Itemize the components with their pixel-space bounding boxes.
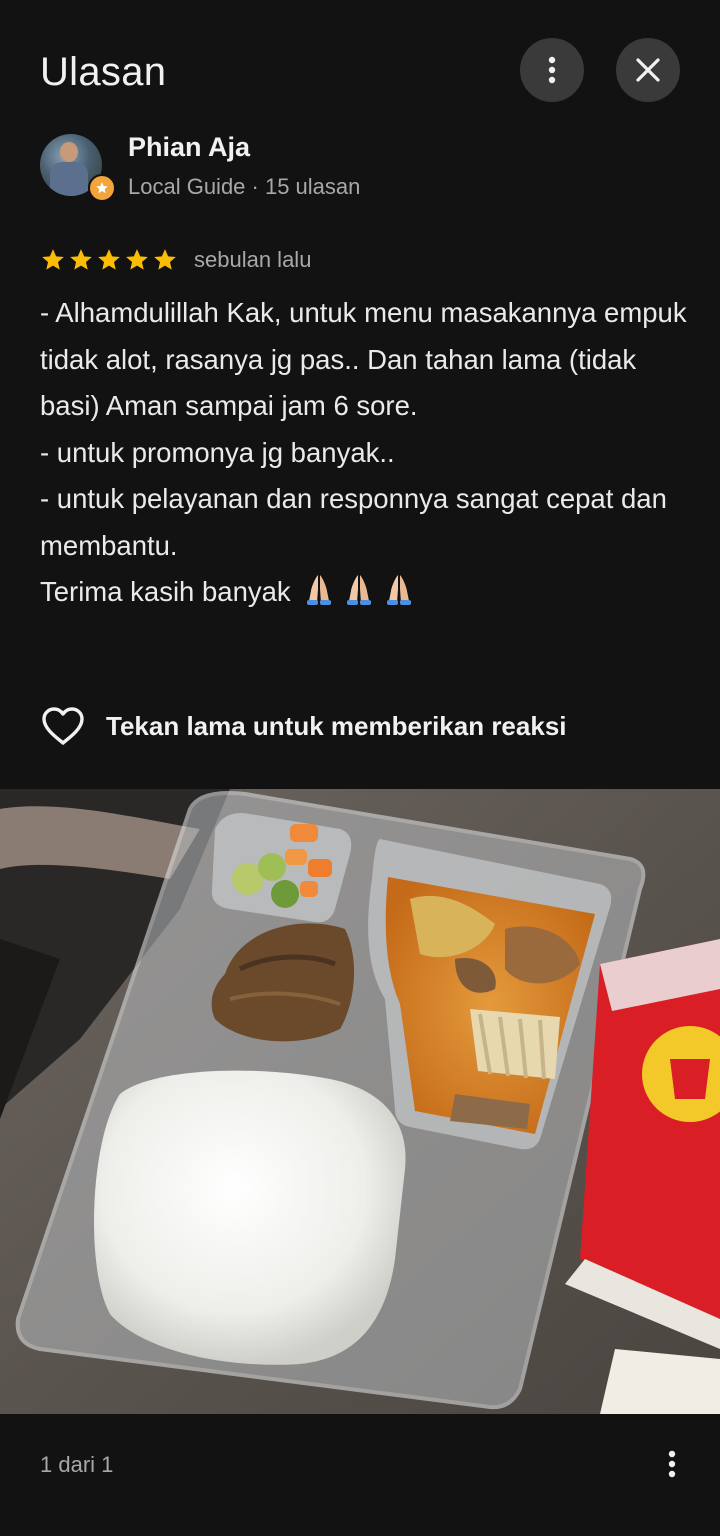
author-meta: Local Guide · 15 ulasan bbox=[128, 174, 361, 199]
photo-page-indicator: 1 dari 1 bbox=[40, 1452, 114, 1477]
close-button[interactable] bbox=[616, 38, 680, 102]
page-title: Ulasan bbox=[40, 50, 167, 94]
review-line: - Alhamdulillah Kak, untuk menu masakann… bbox=[40, 297, 687, 421]
food-photo bbox=[0, 789, 720, 1414]
star-icon bbox=[70, 249, 92, 270]
review-time: sebulan lalu bbox=[194, 247, 312, 272]
author-name[interactable]: Phian Aja bbox=[128, 132, 250, 163]
review-text: - Alhamdulillah Kak, untuk menu masakann… bbox=[40, 290, 690, 616]
heart-outline-icon bbox=[42, 707, 84, 745]
folded-hands-icon bbox=[383, 571, 415, 607]
star-icon bbox=[154, 249, 176, 270]
star-rating bbox=[40, 247, 178, 273]
rating-row: sebulan lalu bbox=[40, 244, 311, 276]
review-line: - untuk promonya jg banyak.. bbox=[40, 436, 395, 468]
more-options-button[interactable] bbox=[520, 38, 584, 102]
close-icon bbox=[636, 58, 660, 82]
review-header: Ulasan bbox=[0, 0, 720, 140]
star-icon bbox=[42, 249, 64, 270]
reaction-label: Tekan lama untuk memberikan reaksi bbox=[106, 710, 567, 741]
more-vert-icon bbox=[548, 56, 556, 84]
review-author[interactable]: Phian Aja Local Guide · 15 ulasan bbox=[40, 132, 680, 202]
review-line: - untuk pelayanan dan responnya sangat c… bbox=[40, 483, 667, 561]
review-line-thanks: Terima kasih banyak bbox=[40, 569, 690, 616]
star-icon bbox=[98, 249, 120, 270]
folded-hands-icon bbox=[343, 571, 375, 607]
footer-bar: 1 dari 1 bbox=[0, 1414, 720, 1536]
folded-hands-emoji-group bbox=[303, 569, 423, 616]
photo-more-button[interactable] bbox=[650, 1442, 694, 1486]
review-photo[interactable] bbox=[0, 789, 720, 1414]
local-guide-star-icon bbox=[88, 174, 116, 202]
folded-hands-icon bbox=[303, 571, 335, 607]
reaction-button[interactable]: Tekan lama untuk memberikan reaksi bbox=[40, 702, 567, 750]
star-icon bbox=[126, 249, 148, 270]
more-vert-icon bbox=[668, 1450, 676, 1478]
